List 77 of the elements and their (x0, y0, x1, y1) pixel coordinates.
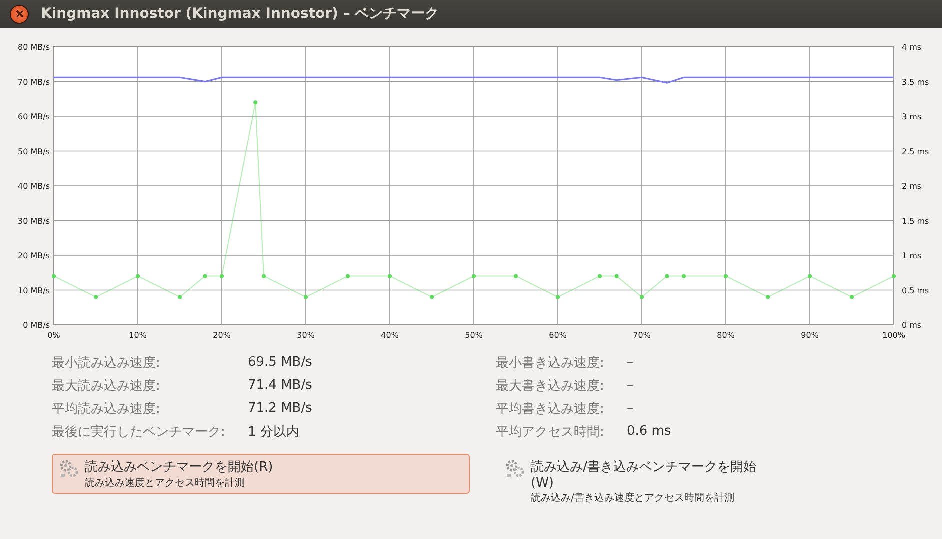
access-time-point (203, 274, 208, 278)
axis-label: 2.5 ms (902, 147, 930, 156)
access-time-point (430, 295, 434, 300)
stat-value: 71.4 MB/s (248, 378, 312, 393)
stat-value: – (627, 378, 634, 393)
axis-label: 0% (48, 331, 60, 340)
axis-label: 60 MB/s (18, 112, 50, 122)
axis-label: 2 ms (902, 182, 922, 191)
access-time-point (598, 274, 602, 278)
access-time-point (178, 295, 182, 300)
axis-label: 0 ms (902, 321, 922, 330)
access-time-point (254, 100, 258, 105)
axis-label: 30% (297, 331, 315, 340)
gears-icon (505, 459, 525, 479)
axis-label: 50% (465, 331, 483, 340)
stat-value: 71.2 MB/s (248, 401, 312, 416)
stat-label: 最後に実行したベンチマーク: (52, 424, 226, 440)
stat-value: – (627, 401, 634, 416)
stat-label: 最小読み込み速度: (52, 354, 162, 372)
axis-label: 10 MB/s (18, 286, 50, 296)
axis-label: 1.5 ms (902, 216, 930, 226)
stat-label: 平均書き込み速度: (496, 400, 606, 418)
access-time-point (472, 274, 476, 278)
stat-value: – (627, 355, 634, 370)
access-time-point (850, 295, 854, 300)
access-time-point (614, 274, 619, 278)
access-time-point (136, 274, 140, 278)
axis-label: 0 MB/s (23, 321, 50, 330)
stat-label: 最大書き込み速度: (496, 378, 606, 394)
close-icon (14, 9, 24, 19)
axis-label: 100% (882, 331, 906, 340)
axis-label: 4 ms (902, 43, 922, 52)
access-time-point (724, 274, 728, 278)
axis-label: 20 MB/s (18, 252, 50, 260)
benchmark-button[interactable]: 読み込みベンチマークを開始(R) 読み込み速度とアクセス時間を計測 (52, 454, 470, 494)
stat-label: 最小書き込み速度: (496, 354, 606, 372)
access-time-point (556, 295, 560, 300)
access-time-point (388, 274, 392, 278)
gears-icon (59, 459, 79, 479)
axis-label: 80% (717, 331, 735, 340)
access-time-point (892, 274, 896, 278)
access-time-point (808, 274, 812, 278)
axis-label: 70 MB/s (18, 78, 50, 87)
axis-label: 10% (129, 331, 147, 340)
access-time-point (682, 274, 686, 278)
access-time-point (665, 274, 670, 278)
access-time-point (346, 274, 350, 278)
access-time-point (52, 274, 56, 278)
stat-label: 平均アクセス時間: (496, 424, 606, 440)
benchmark-button[interactable]: 読み込み/書き込みベンチマークを開始(W) 読み込み/書き込み速度とアクセス時間を計測 (498, 454, 770, 509)
axis-label: 80 MB/s (18, 43, 50, 52)
access-time-point (514, 274, 518, 278)
access-time-point (262, 274, 266, 278)
access-time-point (304, 295, 308, 300)
stat-value: 0.6 ms (627, 424, 672, 439)
access-time-point (94, 295, 98, 300)
stat-label: 平均読み込み速度: (52, 400, 162, 418)
axis-label: 40 MB/s (18, 182, 50, 191)
stat-value: 1 分以内 (248, 424, 300, 440)
axis-label: 50 MB/s (18, 147, 50, 156)
stat-label: 最大読み込み速度: (52, 378, 162, 394)
axis-label: 1 ms (902, 252, 922, 260)
window-title: Kingmax Innostor (Kingmax Innostor) – ベンチマーク (41, 5, 440, 23)
axis-label: 70% (633, 331, 651, 340)
access-time-point (640, 295, 644, 300)
access-time-point (766, 295, 770, 300)
axis-label: 60% (549, 331, 567, 340)
axis-label: 90% (801, 331, 819, 340)
axis-label: 0.5 ms (902, 286, 930, 296)
stat-value: 69.5 MB/s (248, 355, 312, 370)
access-time-point (220, 274, 224, 278)
axis-label: 3 ms (902, 112, 922, 122)
close-button[interactable] (10, 4, 29, 24)
axis-label: 40% (381, 331, 399, 340)
axis-label: 30 MB/s (18, 216, 50, 226)
axis-label: 20% (213, 331, 231, 340)
axis-label: 3.5 ms (902, 78, 930, 87)
